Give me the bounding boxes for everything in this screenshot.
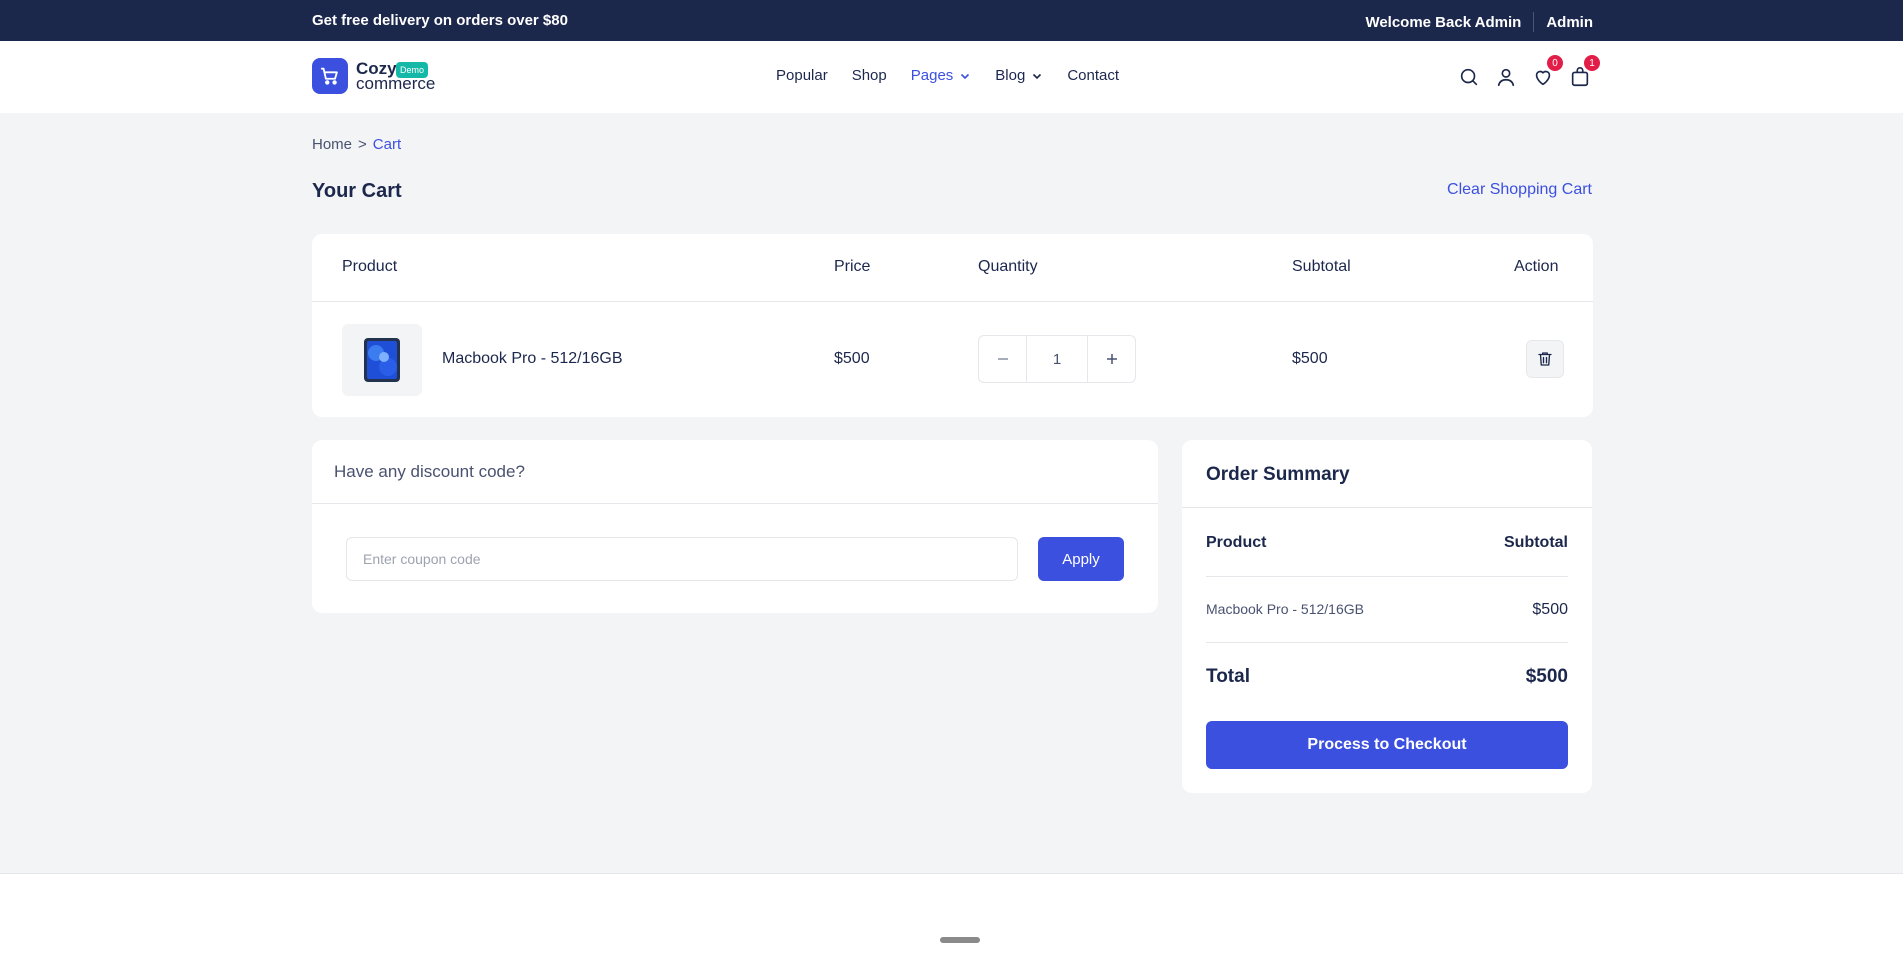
cart-button[interactable]: 1 xyxy=(1566,55,1600,91)
demo-badge: Demo xyxy=(396,61,429,78)
clear-cart-link[interactable]: Clear Shopping Cart xyxy=(1447,181,1592,199)
summary-col-product: Product xyxy=(1206,534,1267,551)
nav-blog-label: Blog xyxy=(995,67,1026,84)
product-thumbnail[interactable] xyxy=(342,324,422,396)
topbar-divider xyxy=(1533,12,1535,32)
column-header-subtotal: Subtotal xyxy=(1292,258,1351,275)
discount-heading: Have any discount code? xyxy=(312,440,1158,504)
increase-quantity-button[interactable] xyxy=(1088,336,1135,382)
summary-item-name: Macbook Pro - 512/16GB xyxy=(1206,601,1364,617)
decrease-quantity-button[interactable] xyxy=(979,336,1026,382)
wishlist-count-badge: 0 xyxy=(1547,55,1563,71)
summary-total-value: $500 xyxy=(1525,666,1568,687)
chevron-down-icon xyxy=(1033,73,1042,79)
page-title: Your Cart xyxy=(312,180,402,202)
header-actions: 0 1 xyxy=(1455,55,1603,91)
cart-count-badge: 1 xyxy=(1584,55,1600,71)
breadcrumb: Home > Cart xyxy=(312,136,401,153)
account-link[interactable]: Admin xyxy=(1546,14,1593,31)
quantity-stepper: 1 xyxy=(978,335,1136,383)
summary-col-subtotal: Subtotal xyxy=(1504,534,1568,551)
nav-popular-label: Popular xyxy=(776,67,828,84)
logo-text-commerce: commerce xyxy=(356,73,436,93)
cart-table: Product Price Quantity Subtotal Action M… xyxy=(312,234,1593,417)
divider xyxy=(1206,642,1568,643)
column-header-action: Action xyxy=(1514,258,1559,275)
discount-panel: Have any discount code? Apply xyxy=(312,440,1158,613)
nav-shop[interactable]: Shop xyxy=(852,67,887,84)
summary-total-row: Total $500 xyxy=(1206,666,1568,688)
scroll-handle[interactable] xyxy=(940,937,980,943)
checkout-button[interactable]: Process to Checkout xyxy=(1206,721,1568,769)
top-announcement-bar: Get free delivery on orders over $80 Wel… xyxy=(0,0,1903,41)
quantity-value[interactable]: 1 xyxy=(1026,336,1088,382)
welcome-text: Welcome Back Admin xyxy=(1365,13,1522,31)
summary-item-price: $500 xyxy=(1532,601,1568,618)
cart-table-header: Product Price Quantity Subtotal Action xyxy=(312,234,1593,302)
nav-pages[interactable]: Pages xyxy=(911,67,972,84)
product-name[interactable]: Macbook Pro - 512/16GB xyxy=(442,350,623,368)
remove-item-button[interactable] xyxy=(1526,340,1564,378)
summary-total-label: Total xyxy=(1206,666,1250,687)
account-button[interactable] xyxy=(1492,63,1520,91)
site-footer xyxy=(0,873,1903,960)
wishlist-button[interactable]: 0 xyxy=(1529,55,1563,91)
nav-pages-label: Pages xyxy=(910,67,954,84)
minus-icon xyxy=(997,358,1008,360)
nav-popular[interactable]: Popular xyxy=(776,67,828,84)
nav-contact-label: Contact xyxy=(1067,67,1120,84)
column-header-quantity: Quantity xyxy=(978,258,1038,275)
plus-icon xyxy=(1106,354,1117,364)
breadcrumb-current: Cart xyxy=(372,136,402,153)
nav-shop-label: Shop xyxy=(851,67,887,84)
divider xyxy=(1206,576,1568,577)
site-header: Cozy Demo commerce Popular Shop Pages Bl… xyxy=(0,41,1903,113)
order-summary-heading: Order Summary xyxy=(1182,440,1592,508)
nav-blog[interactable]: Blog xyxy=(995,67,1043,84)
order-summary: Order Summary Product Subtotal Macbook P… xyxy=(1182,440,1592,793)
cart-logo-icon xyxy=(312,58,348,94)
column-header-product: Product xyxy=(342,258,398,275)
trash-icon xyxy=(1538,352,1552,366)
product-price: $500 xyxy=(834,350,870,367)
row-subtotal: $500 xyxy=(1292,350,1328,367)
search-icon xyxy=(1460,68,1478,86)
search-button[interactable] xyxy=(1455,63,1483,91)
nav-contact[interactable]: Contact xyxy=(1067,67,1119,84)
chevron-down-icon xyxy=(961,73,970,79)
site-logo[interactable]: Cozy Demo commerce xyxy=(312,58,435,94)
breadcrumb-home[interactable]: Home xyxy=(312,136,352,153)
topbar-account: Welcome Back Admin Admin xyxy=(1365,12,1593,32)
breadcrumb-separator: > xyxy=(358,136,367,153)
table-row: Macbook Pro - 512/16GB $500 1 $500 xyxy=(312,302,1593,416)
summary-item-row: Macbook Pro - 512/16GB $500 xyxy=(1206,601,1568,619)
summary-header-row: Product Subtotal xyxy=(1206,534,1568,552)
promo-text: Get free delivery on orders over $80 xyxy=(312,12,568,29)
tablet-product-image xyxy=(364,338,400,382)
main-nav: Popular Shop Pages Blog Contact xyxy=(776,67,1143,84)
column-header-price: Price xyxy=(834,258,871,275)
apply-coupon-button[interactable]: Apply xyxy=(1038,537,1124,581)
coupon-input[interactable] xyxy=(346,537,1018,581)
logo-wordmark: Cozy Demo commerce xyxy=(356,60,436,93)
user-icon xyxy=(1497,68,1515,87)
